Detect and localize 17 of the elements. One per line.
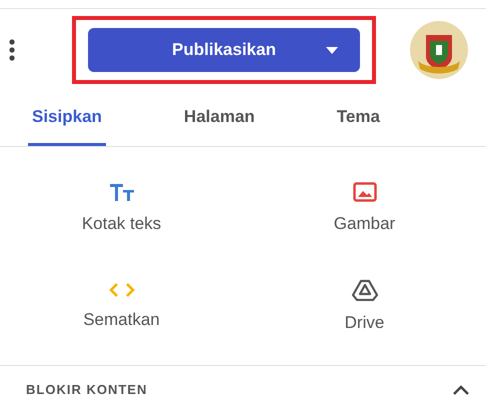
tab[interactable]: Halaman [180,91,259,146]
image-icon [352,182,376,202]
tab[interactable]: Sisipkan [28,91,106,146]
drive-icon [352,279,378,301]
insert-option[interactable]: Sematkan [83,310,160,330]
insert-option[interactable]: Kotak teks [82,214,162,234]
chevron-icon[interactable] [452,384,470,396]
insert-option[interactable]: Gambar [334,214,396,234]
code-icon [108,282,134,298]
section-title[interactable]: BLOKIR KONTEN [26,382,148,397]
publish-button[interactable]: Publikasikan [88,28,360,72]
tab[interactable]: Tema [332,91,384,146]
text-icon [108,182,134,202]
caret-icon [326,47,338,54]
emblem-icon[interactable] [410,21,468,79]
insert-option[interactable]: Drive [344,313,384,333]
more-icon[interactable] [8,38,16,62]
